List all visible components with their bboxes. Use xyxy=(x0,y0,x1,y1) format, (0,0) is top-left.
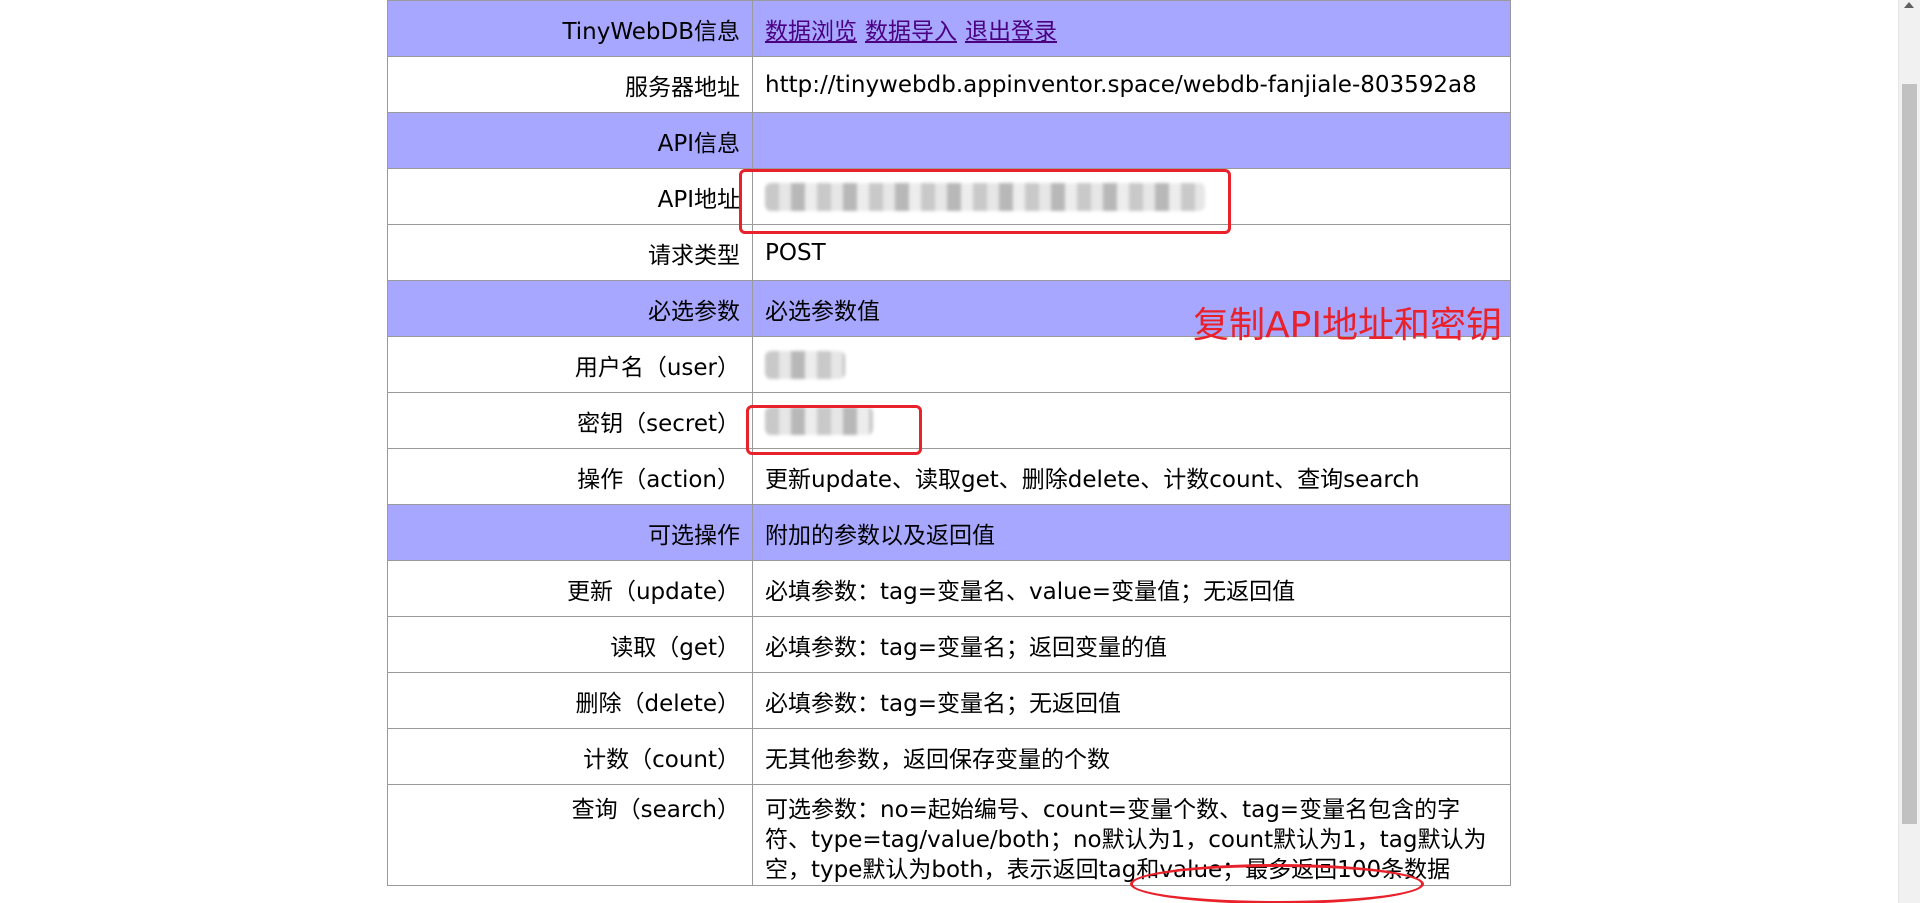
table-row: 密钥（secret） xyxy=(387,392,1511,449)
import-data-link[interactable]: 数据导入 xyxy=(865,19,957,45)
row-label: 操作（action） xyxy=(387,448,753,505)
logout-link[interactable]: 退出登录 xyxy=(965,19,1057,45)
row-value: 必填参数：tag=变量名、value=变量值；无返回值 xyxy=(752,560,1511,617)
row-value: 必填参数：tag=变量名；返回变量的值 xyxy=(752,616,1511,673)
row-label: 读取（get） xyxy=(387,616,753,673)
browse-data-link[interactable]: 数据浏览 xyxy=(765,19,857,45)
api-info-table: TinyWebDB信息 数据浏览 数据导入 退出登录 服务器地址 http://ti… xyxy=(387,0,1511,886)
table-row: 读取（get） 必填参数：tag=变量名；返回变量的值 xyxy=(387,616,1511,673)
table-row: 服务器地址 http://tinywebdb.appinventor.space… xyxy=(387,56,1511,113)
row-label: API地址 xyxy=(387,168,753,225)
row-label: 用户名（user） xyxy=(387,336,753,393)
search-description: 可选参数：no=起始编号、count=变量个数、tag=变量名包含的字符、typ… xyxy=(752,784,1511,886)
row-label: 可选操作 xyxy=(387,504,753,561)
row-label: API信息 xyxy=(387,112,753,169)
table-row: 请求类型 POST xyxy=(387,224,1511,281)
table-row: 更新（update） 必填参数：tag=变量名、value=变量值；无返回值 xyxy=(387,560,1511,617)
table-row: 删除（delete） 必填参数：tag=变量名；无返回值 xyxy=(387,672,1511,729)
row-label: 必选参数 xyxy=(387,280,753,337)
table-row: TinyWebDB信息 数据浏览 数据导入 退出登录 xyxy=(387,0,1511,57)
page: TinyWebDB信息 数据浏览 数据导入 退出登录 服务器地址 http://ti… xyxy=(0,0,1920,903)
table-row: 操作（action） 更新update、读取get、删除delete、计数cou… xyxy=(387,448,1511,505)
redacted-user xyxy=(765,350,845,379)
row-value: 附加的参数以及返回值 xyxy=(752,504,1511,561)
row-label: 查询（search） xyxy=(387,784,753,886)
server-address-value: http://tinywebdb.appinventor.space/webdb… xyxy=(752,56,1511,113)
scrollbar-thumb[interactable] xyxy=(1902,84,1917,824)
table-row: 计数（count） 无其他参数，返回保存变量的个数 xyxy=(387,728,1511,785)
table-row: 查询（search） 可选参数：no=起始编号、count=变量个数、tag=变… xyxy=(387,784,1511,886)
row-label: 删除（delete） xyxy=(387,672,753,729)
row-label: 密钥（secret） xyxy=(387,392,753,449)
row-label: TinyWebDB信息 xyxy=(387,0,753,57)
scroll-up-arrow-icon[interactable] xyxy=(1904,2,1914,8)
row-label: 请求类型 xyxy=(387,224,753,281)
api-address-value xyxy=(752,168,1511,225)
table-row: 可选操作 附加的参数以及返回值 xyxy=(387,504,1511,561)
request-type-value: POST xyxy=(752,224,1511,281)
table-row: API信息 xyxy=(387,112,1511,169)
row-value xyxy=(752,112,1511,169)
row-value: 无其他参数，返回保存变量的个数 xyxy=(752,728,1511,785)
nav-links-cell: 数据浏览 数据导入 退出登录 xyxy=(752,0,1511,57)
annotation-text: 复制API地址和密钥 xyxy=(1193,305,1502,346)
row-label: 计数（count） xyxy=(387,728,753,785)
table-row: API地址 xyxy=(387,168,1511,225)
redacted-secret xyxy=(765,406,873,435)
row-label: 更新（update） xyxy=(387,560,753,617)
redacted-api-address xyxy=(765,182,1205,211)
vertical-scrollbar[interactable] xyxy=(1898,0,1920,903)
secret-value xyxy=(752,392,1511,449)
row-label: 服务器地址 xyxy=(387,56,753,113)
row-value: 更新update、读取get、删除delete、计数count、查询search xyxy=(752,448,1511,505)
row-value: 必填参数：tag=变量名；无返回值 xyxy=(752,672,1511,729)
